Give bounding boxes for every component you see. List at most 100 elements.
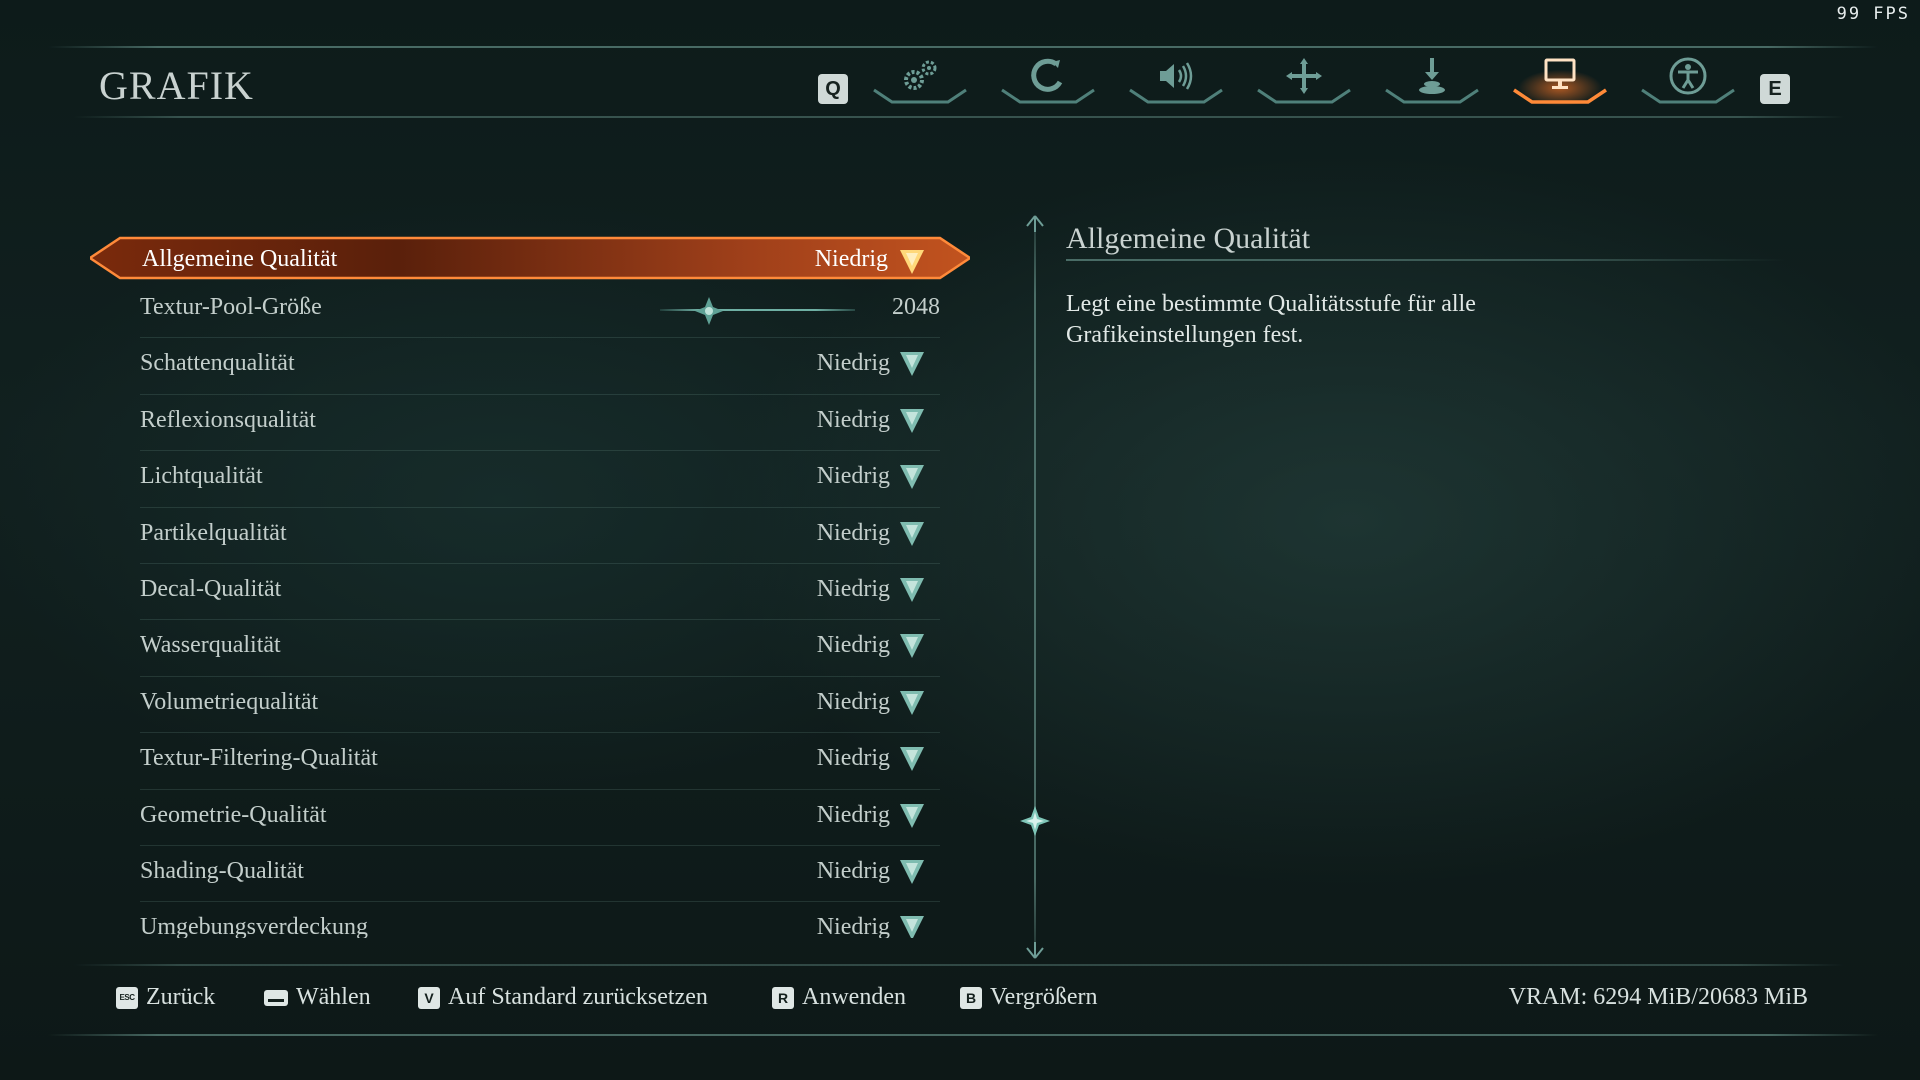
tab-audio[interactable] [1124, 50, 1228, 108]
setting-label: Shading-Qualität [140, 857, 304, 884]
reset-defaults-button[interactable]: V Auf Standard zurücksetzen [418, 984, 708, 1011]
scrollbar-top-cap-icon [1026, 215, 1044, 232]
tab-downloads[interactable] [1380, 50, 1484, 108]
setting-row-overall-quality[interactable]: Allgemeine Qualität Niedrig [90, 232, 970, 282]
prev-tab-key[interactable]: Q [818, 74, 848, 104]
description-underline [1066, 259, 1786, 261]
gears-icon [904, 60, 937, 90]
spacebar-key-icon [264, 989, 288, 1006]
setting-value: Niedrig [816, 745, 890, 772]
setting-label: Geometrie-Qualität [140, 801, 327, 828]
tab-gameplay[interactable] [1252, 50, 1356, 108]
setting-value: Niedrig [816, 575, 890, 602]
setting-row[interactable]: Umgebungsverdeckung Niedrig [140, 902, 940, 939]
tab-general[interactable] [868, 50, 972, 108]
setting-label: Allgemeine Qualität [142, 246, 338, 272]
setting-value: Niedrig [816, 801, 890, 828]
slider-track[interactable] [660, 309, 855, 311]
setting-value: 2048 [892, 294, 940, 320]
accessibility-icon [1669, 57, 1707, 95]
setting-label: Textur-Filtering-Qualität [140, 745, 378, 772]
dropdown-arrow-icon[interactable] [898, 407, 926, 435]
setting-row[interactable]: Reflexionsqualität Niedrig [140, 395, 940, 452]
controller-icon [1031, 58, 1063, 92]
monitor-icon [1544, 58, 1576, 89]
setting-value: Niedrig [816, 406, 890, 433]
setting-label: Decal-Qualität [140, 575, 282, 602]
tab-controls[interactable] [996, 50, 1100, 108]
back-label: Zurück [146, 984, 216, 1010]
dropdown-arrow-icon[interactable] [898, 520, 926, 548]
tab-accessibility[interactable] [1636, 50, 1740, 108]
select-label: Wählen [296, 984, 371, 1010]
setting-row[interactable]: Decal-Qualität Niedrig [140, 564, 940, 621]
dropdown-arrow-icon[interactable] [898, 745, 926, 773]
select-button[interactable]: Wählen [264, 984, 371, 1011]
setting-row[interactable]: Geometrie-Qualität Niedrig [140, 790, 940, 846]
settings-list: Allgemeine Qualität Niedrig Textur-Pool-… [90, 232, 970, 939]
setting-label: Partikelqualität [140, 519, 287, 546]
download-icon [1419, 58, 1445, 94]
dropdown-arrow-icon[interactable] [898, 858, 926, 886]
dropdown-arrow-icon[interactable] [898, 914, 926, 939]
settings-screen: 99 FPS GRAFIK Q E Allgemeine Qualität Ni… [0, 0, 1920, 1080]
setting-label: Lichtqualität [140, 463, 263, 490]
setting-row[interactable]: Schattenqualität Niedrig [140, 338, 940, 395]
setting-row[interactable]: Shading-Qualität Niedrig [140, 846, 940, 903]
v-key-icon: V [418, 986, 440, 1009]
scrollbar-thumb[interactable] [1020, 806, 1050, 836]
dropdown-arrow-icon[interactable] [898, 802, 926, 830]
zoom-button[interactable]: B Vergrößern [960, 984, 1098, 1011]
setting-value: Niedrig [816, 632, 890, 659]
setting-label: Umgebungsverdeckung [140, 914, 368, 939]
tab-graphics[interactable] [1502, 50, 1618, 108]
setting-row[interactable]: Wasserqualität Niedrig [140, 620, 940, 677]
apply-button[interactable]: R Anwenden [772, 984, 906, 1011]
setting-label: Textur-Pool-Größe [140, 294, 322, 320]
footer-top-line [74, 964, 1844, 966]
b-key-icon: B [960, 986, 982, 1009]
setting-value: Niedrig [816, 463, 890, 490]
setting-row-texture-pool-size[interactable]: Textur-Pool-Größe 2048 [140, 282, 940, 339]
setting-value: Niedrig [814, 246, 888, 272]
bottom-frame-line [48, 1034, 1878, 1036]
setting-row[interactable]: Textur-Filtering-Qualität Niedrig [140, 733, 940, 790]
dropdown-arrow-icon[interactable] [898, 632, 926, 660]
dropdown-arrow-icon[interactable] [898, 576, 926, 604]
dropdown-arrow-icon[interactable] [898, 248, 926, 276]
dropdown-arrow-icon[interactable] [898, 350, 926, 378]
setting-value: Niedrig [816, 857, 890, 884]
r-key-icon: R [772, 986, 794, 1009]
next-tab-key[interactable]: E [1760, 74, 1790, 104]
speaker-icon [1160, 62, 1193, 90]
vram-usage: VRAM: 6294 MiB/20683 MiB [1508, 984, 1808, 1010]
description-line: Legt eine bestimmte Qualitätsstufe für a… [1066, 291, 1476, 317]
setting-row[interactable]: Lichtqualität Niedrig [140, 451, 940, 508]
back-button[interactable]: ESC Zurück [116, 984, 215, 1011]
setting-value: Niedrig [816, 519, 890, 546]
esc-key-icon: ESC [116, 986, 138, 1009]
scrollbar-track[interactable] [1034, 222, 1036, 952]
setting-value: Niedrig [816, 914, 890, 939]
reset-label: Auf Standard zurücksetzen [448, 984, 708, 1010]
apply-label: Anwenden [802, 984, 906, 1010]
dropdown-arrow-icon[interactable] [898, 463, 926, 491]
description-line: Grafikeinstellungen fest. [1066, 322, 1304, 348]
setting-label: Volumetriequalität [140, 688, 319, 715]
top-frame-line [48, 46, 1878, 48]
dropdown-arrow-icon[interactable] [898, 689, 926, 717]
setting-label: Reflexionsqualität [140, 406, 316, 433]
zoom-label: Vergrößern [990, 984, 1098, 1010]
setting-value: Niedrig [816, 350, 890, 377]
description-title: Allgemeine Qualität [1066, 222, 1311, 255]
header-underline [74, 116, 1844, 118]
description-text: Legt eine bestimmte Qualitätsstufe für a… [1066, 289, 1586, 351]
crosshair-icon [1286, 58, 1322, 94]
setting-value: Niedrig [816, 688, 890, 715]
setting-row[interactable]: Partikelqualität Niedrig [140, 508, 940, 564]
slider-thumb[interactable] [695, 297, 723, 325]
setting-row[interactable]: Volumetriequalität Niedrig [140, 677, 940, 734]
fps-counter: 99 FPS [1836, 4, 1910, 24]
scrollbar-bottom-cap-icon [1026, 942, 1044, 959]
page-title: GRAFIK [99, 63, 254, 108]
